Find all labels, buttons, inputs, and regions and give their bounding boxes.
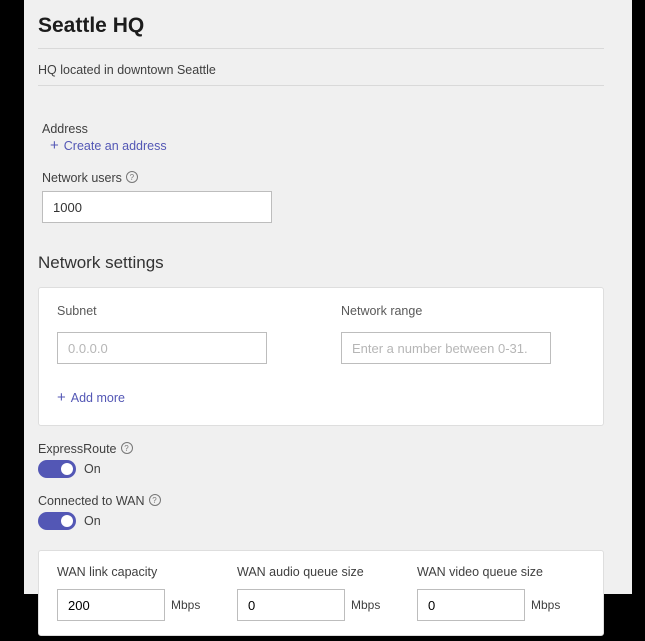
wan-audio-queue-input[interactable] [237,589,345,621]
info-icon[interactable]: ? [121,442,133,454]
connected-wan-toggle[interactable] [38,512,76,530]
network-settings-card: Subnet Network range + Add more [38,287,604,426]
network-range-label: Network range [341,304,585,318]
info-icon[interactable]: ? [149,494,161,506]
site-settings-panel: Seattle HQ HQ located in downtown Seattl… [24,0,632,594]
subnet-input[interactable] [57,332,267,364]
wan-video-queue-field: WAN video queue size Mbps [417,565,585,621]
add-more-text: Add more [71,391,125,405]
create-address-text: Create an address [64,139,167,153]
network-settings-title: Network settings [38,253,604,273]
wan-video-queue-input[interactable] [417,589,525,621]
wan-audio-queue-field: WAN audio queue size Mbps [237,565,405,621]
info-icon[interactable]: ? [126,171,138,183]
site-description: HQ located in downtown Seattle [38,63,604,77]
create-address-link[interactable]: + Create an address [50,138,167,153]
network-users-field: Network users ? [42,171,604,223]
divider [38,85,604,86]
express-route-state: On [84,462,101,476]
wan-video-queue-label: WAN video queue size [417,565,585,579]
address-field: Address + Create an address [42,122,604,155]
network-users-label: Network users ? [42,171,604,185]
unit-label: Mbps [351,598,380,612]
network-users-input[interactable] [42,191,272,223]
address-label: Address [42,122,604,136]
express-route-toggle[interactable] [38,460,76,478]
express-route-label: ExpressRoute [38,442,117,456]
unit-label: Mbps [171,598,200,612]
subnet-label: Subnet [57,304,301,318]
add-more-link[interactable]: + Add more [57,390,125,405]
wan-link-capacity-input[interactable] [57,589,165,621]
connected-wan-field: Connected to WAN ? On [38,494,604,530]
page-title: Seattle HQ [38,14,604,38]
wan-link-capacity-label: WAN link capacity [57,565,225,579]
connected-wan-state: On [84,514,101,528]
wan-link-capacity-field: WAN link capacity Mbps [57,565,225,621]
plus-icon: + [50,138,59,153]
wan-audio-queue-label: WAN audio queue size [237,565,405,579]
divider [38,48,604,49]
wan-card: WAN link capacity Mbps WAN audio queue s… [38,550,604,636]
network-range-input[interactable] [341,332,551,364]
unit-label: Mbps [531,598,560,612]
connected-wan-label: Connected to WAN [38,494,145,508]
express-route-field: ExpressRoute ? On [38,442,604,478]
plus-icon: + [57,390,66,405]
